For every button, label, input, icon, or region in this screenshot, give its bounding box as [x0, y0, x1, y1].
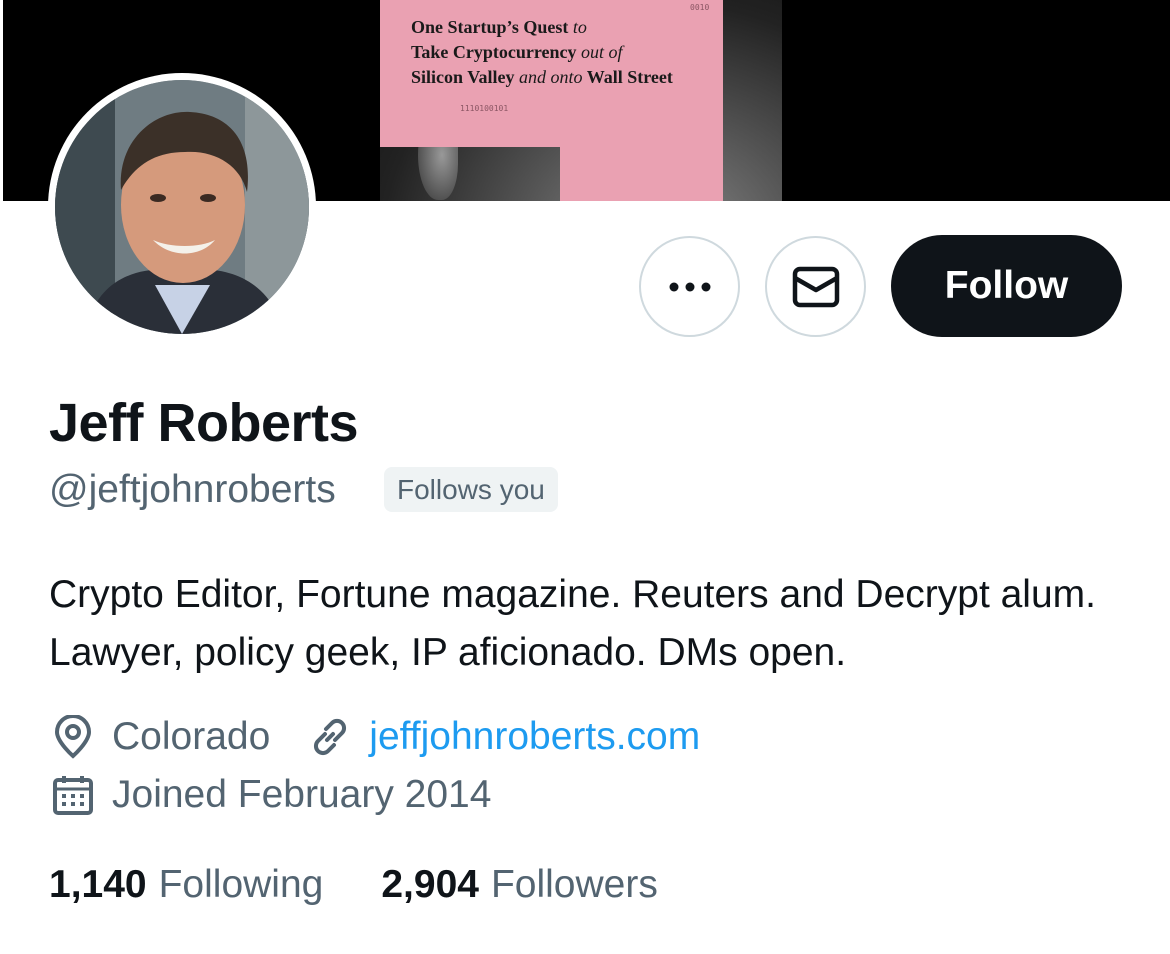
book-bits-bottom: 1110100101 — [460, 104, 509, 113]
calendar-icon — [49, 771, 97, 819]
book-bits-top: 0010 — [690, 3, 710, 12]
profile-joined-date: Joined February 2014 — [112, 773, 492, 816]
profile-stats: 1,140 Following 2,904 Followers — [49, 863, 658, 907]
followers-stat[interactable]: 2,904 Followers — [381, 863, 657, 907]
following-stat[interactable]: 1,140 Following — [49, 863, 323, 907]
follow-button[interactable]: Follow — [891, 235, 1122, 337]
profile-meta-row: Colorado jeffjohnroberts.com — [49, 713, 700, 761]
book-cover-image: 0010 1110100101 One Startup’s Quest to T… — [380, 0, 782, 201]
profile-bio: Crypto Editor, Fortune magazine. Reuters… — [49, 573, 1096, 674]
profile-meta-row: Joined February 2014 — [49, 771, 491, 819]
follows-you-badge: Follows you — [384, 467, 558, 512]
avatar-photo — [55, 80, 309, 334]
avatar[interactable] — [55, 80, 309, 334]
book-subtitle: One Startup’s Quest to Take Cryptocurren… — [411, 17, 673, 87]
more-options-button[interactable] — [639, 236, 740, 337]
profile-name: Jeff Roberts — [49, 393, 359, 453]
profile-location: Colorado — [112, 715, 271, 758]
followers-count: 2,904 — [381, 863, 479, 906]
envelope-icon — [792, 266, 839, 307]
more-horizontal-icon — [669, 282, 710, 291]
followers-label: Followers — [490, 863, 658, 906]
following-label: Following — [158, 863, 324, 906]
link-icon — [306, 713, 354, 761]
profile-handle: @jeftjohnroberts — [49, 468, 336, 511]
message-button[interactable] — [765, 236, 866, 337]
location-pin-icon — [49, 713, 97, 761]
profile-website-link[interactable]: jeffjohnroberts.com — [369, 715, 700, 759]
following-count: 1,140 — [49, 863, 147, 906]
